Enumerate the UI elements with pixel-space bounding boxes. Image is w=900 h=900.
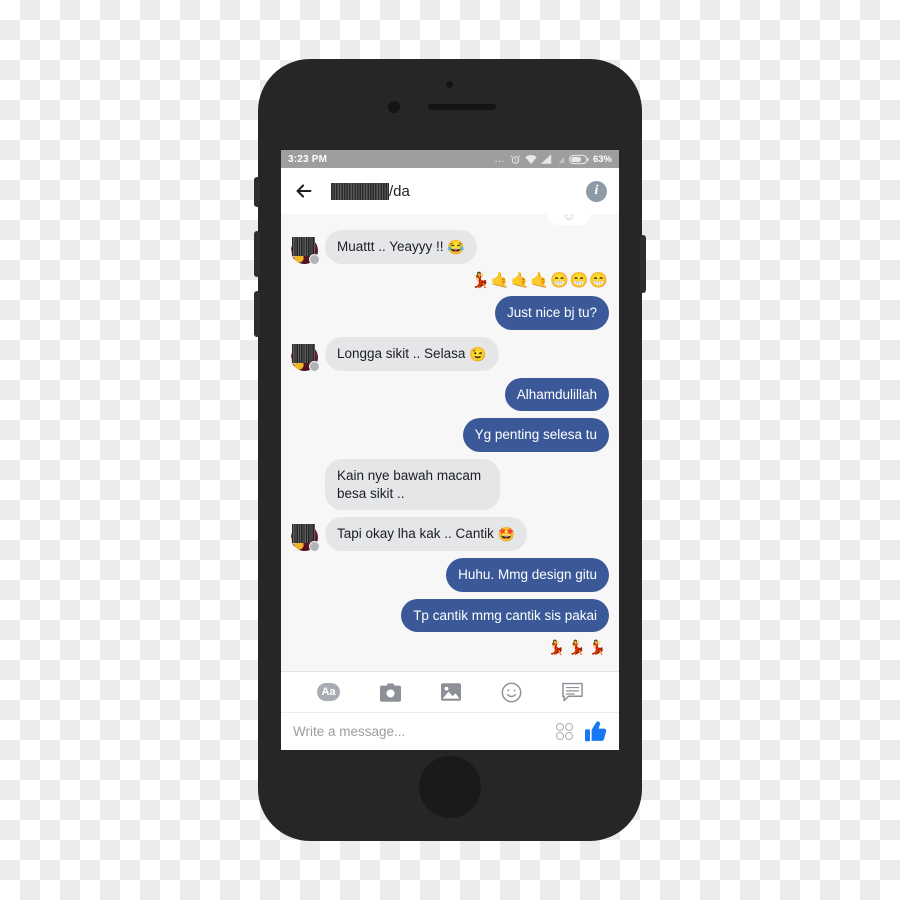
conversation-title-suffix: /da xyxy=(389,182,410,200)
message-input[interactable] xyxy=(293,724,556,739)
phone-device-frame: 3:23 PM … 63% /da i ☺ Muattt .. Yeayyy !… xyxy=(254,59,646,841)
battery-icon xyxy=(568,154,589,164)
image-icon xyxy=(441,683,461,701)
message-row: Alhamdulillah xyxy=(291,377,609,412)
status-time: 3:23 PM xyxy=(288,153,328,165)
sticker-picker-button[interactable] xyxy=(556,723,573,740)
message-row: Longga sikit .. Selasa 😉 xyxy=(291,336,609,372)
message-row: Yg penting selesa tu xyxy=(291,418,609,453)
proximity-sensor-icon xyxy=(446,81,453,88)
avatar-redaction-block xyxy=(292,343,315,363)
sticker-dot-icon xyxy=(565,732,573,740)
photo-gallery-button[interactable] xyxy=(441,682,461,702)
signal-bars-secondary-icon xyxy=(558,157,565,163)
composer-toolbar: Aa xyxy=(281,672,619,712)
power-button[interactable] xyxy=(640,235,646,293)
message-bubble[interactable]: Muattt .. Yeayyy !! 😂 xyxy=(325,230,477,265)
message-bubble[interactable]: Alhamdulillah xyxy=(504,377,609,412)
message-text: Tapi okay lha kak .. Cantik xyxy=(337,526,494,542)
message-input-row xyxy=(281,712,619,750)
avatar-status-badge xyxy=(309,541,320,553)
redacted-name-block xyxy=(331,182,389,200)
volume-up-button[interactable] xyxy=(254,291,260,337)
back-arrow-icon[interactable] xyxy=(293,180,315,202)
more-dots-icon: … xyxy=(493,153,506,165)
partial-bubble-emoji: ☺ xyxy=(547,214,591,225)
emoji-button[interactable] xyxy=(501,682,522,703)
message-emoji: 🤩 xyxy=(497,526,516,543)
front-camera-icon xyxy=(388,101,400,113)
message-emoji: 😉 xyxy=(469,345,487,362)
message-text: Muattt .. Yeayyy !! xyxy=(337,239,444,254)
message-list[interactable]: ☺ Muattt .. Yeayyy !! 😂 💃🤙🤙🤙😁😁😁 Just nic… xyxy=(281,214,619,671)
chat-header: /da i xyxy=(281,168,619,214)
home-button[interactable] xyxy=(419,756,481,818)
emoji-message-row[interactable]: 💃🤙🤙🤙😁😁😁 xyxy=(291,271,609,289)
message-composer: Aa xyxy=(281,671,619,750)
battery-percent-label: 63% xyxy=(592,153,612,165)
avatar-redaction-block xyxy=(292,237,315,257)
emoji-message-row[interactable]: 💃💃💃 xyxy=(291,639,609,656)
message-row: Tp cantik mmg cantik sis pakai xyxy=(291,598,609,633)
message-row: Muattt .. Yeayyy !! 😂 xyxy=(291,230,609,266)
message-emoji: 😂 xyxy=(447,239,465,255)
message-bubble[interactable]: Yg penting selesa tu xyxy=(462,418,609,453)
message-bubble[interactable]: Just nice bj tu? xyxy=(494,296,609,330)
avatar[interactable] xyxy=(291,524,320,553)
avatar-status-badge xyxy=(309,254,320,266)
silent-switch-button[interactable] xyxy=(254,177,260,207)
message-bubble[interactable]: Longga sikit .. Selasa 😉 xyxy=(325,336,499,371)
sticker-dot-icon xyxy=(565,723,573,731)
text-format-label: Aa xyxy=(317,683,340,701)
status-bar: 3:23 PM … 63% xyxy=(281,150,619,168)
wifi-icon xyxy=(525,154,537,164)
text-format-button[interactable]: Aa xyxy=(317,683,340,701)
like-button[interactable] xyxy=(585,721,607,742)
speech-bubble-icon xyxy=(562,682,583,702)
thumbs-up-icon xyxy=(585,721,607,742)
partial-scrolled-bubble: ☺ xyxy=(291,214,609,225)
avatar-status-badge xyxy=(309,360,320,372)
camera-icon xyxy=(380,682,401,702)
avatar[interactable] xyxy=(291,343,320,372)
message-text: Longga sikit .. Selasa xyxy=(337,345,466,361)
info-icon[interactable]: i xyxy=(586,180,607,202)
message-bubble[interactable]: Huhu. Mmg design gitu xyxy=(446,558,609,592)
message-row: Just nice bj tu? xyxy=(291,296,609,330)
avatar[interactable] xyxy=(291,237,320,266)
alarm-clock-icon xyxy=(510,154,521,164)
message-row: Huhu. Mmg design gitu xyxy=(291,558,609,592)
message-row: Kain nye bawah macam besa sikit .. xyxy=(291,459,609,511)
phone-screen: 3:23 PM … 63% /da i ☺ Muattt .. Yeayyy !… xyxy=(281,150,619,750)
message-row: Tapi okay lha kak .. Cantik 🤩 xyxy=(291,517,609,553)
sticker-dot-icon xyxy=(556,732,564,740)
message-bubble[interactable]: Tapi okay lha kak .. Cantik 🤩 xyxy=(325,517,528,552)
smiley-face-icon xyxy=(501,682,522,702)
signal-bars-icon xyxy=(540,154,552,164)
status-icons: … 63% xyxy=(494,154,612,165)
volume-down-button[interactable] xyxy=(254,231,260,277)
message-bubble[interactable]: Tp cantik mmg cantik sis pakai xyxy=(401,598,609,633)
conversation-title[interactable]: /da xyxy=(331,182,586,200)
sticker-dot-icon xyxy=(556,723,564,731)
camera-button[interactable] xyxy=(380,682,401,702)
message-bubble[interactable]: Kain nye bawah macam besa sikit .. xyxy=(325,459,500,511)
earpiece-speaker xyxy=(428,104,496,110)
sticker-button[interactable] xyxy=(562,682,583,702)
